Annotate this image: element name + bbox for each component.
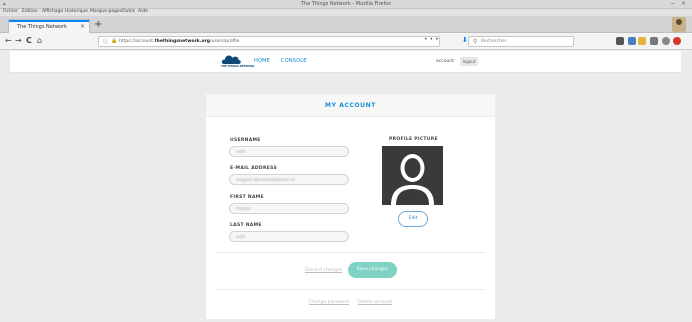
active-tab-indicator [9, 20, 89, 22]
email-label: E-MAIL ADDRESS [230, 166, 277, 171]
discard-changes-link[interactable]: Discard changes [305, 268, 342, 273]
menu-item-affichage[interactable]: Affichage [42, 9, 63, 14]
menu-bar: Fichier Édition Affichage Historique Mar… [0, 9, 692, 16]
window-controls[interactable]: − × [670, 0, 688, 7]
info-icon[interactable]: ⓘ [103, 38, 108, 45]
menu-item-edition[interactable]: Édition [22, 9, 38, 14]
logo-text: THE THINGS NETWORK [221, 65, 255, 68]
first-name-value: Fleister [236, 206, 251, 211]
divider [216, 289, 485, 290]
forward-icon[interactable]: → [15, 36, 22, 46]
logout-button[interactable]: logout [460, 57, 478, 66]
search-bar[interactable]: ⚲ Rechercher [468, 36, 574, 47]
tab-label: The Things Network [17, 24, 67, 30]
new-tab-icon[interactable]: + [94, 20, 102, 30]
profile-picture-label: PROFILE PICTURE [389, 137, 438, 142]
url-bar[interactable]: ⓘ 🔒 https://account.thethingsnetwork.org… [98, 36, 440, 47]
tab-the-things-network[interactable]: The Things Network × [8, 19, 90, 33]
extension-icon-5[interactable] [662, 37, 670, 45]
profile-avatar-icon[interactable] [672, 17, 686, 32]
site-header: THE THINGS NETWORK [10, 51, 681, 73]
profile-picture [382, 146, 443, 205]
extension-icon-4[interactable] [650, 37, 658, 45]
page-actions-icon[interactable]: ••• [424, 36, 441, 43]
username-field[interactable]: antti [229, 146, 349, 157]
cloud-logo-icon [221, 55, 241, 64]
account-card-header: MY ACCOUNT [206, 94, 495, 117]
home-icon[interactable]: ⌂ [37, 36, 42, 46]
account-link[interactable]: account [436, 59, 454, 64]
save-changes-button[interactable]: Save changes [348, 262, 397, 278]
username-label: USERNAME [230, 138, 261, 143]
url-text: https://account.thethingsnetwork.org/use… [119, 39, 240, 44]
tab-close-icon[interactable]: × [80, 23, 85, 30]
download-icon[interactable]: ⬇ [462, 36, 468, 44]
extension-icon-1[interactable] [616, 37, 624, 45]
menu-item-fichier[interactable]: Fichier [3, 9, 18, 14]
window-title: The Things Network - Mozilla Firefox [300, 1, 392, 7]
search-placeholder: Rechercher [481, 39, 507, 44]
email-field[interactable]: magalie.abrassanleplaceis.ch [229, 174, 349, 185]
username-value: antti [236, 149, 246, 154]
search-icon: ⚲ [473, 38, 478, 45]
divider [216, 252, 485, 253]
last-name-field[interactable]: antti [229, 231, 349, 242]
lock-icon[interactable]: 🔒 [111, 38, 117, 44]
ttn-logo[interactable]: THE THINGS NETWORK [221, 54, 255, 70]
extension-icons [616, 36, 686, 47]
window-titlebar: ▴ The Things Network - Mozilla Firefox −… [0, 0, 692, 9]
edit-picture-button[interactable]: Edit [398, 211, 428, 227]
navigation-bar: ← → C ⌂ ⓘ 🔒 https://account.thethingsnet… [0, 33, 692, 50]
default-avatar-icon [382, 146, 443, 205]
extension-icon-6[interactable] [673, 37, 681, 45]
extension-icon-3[interactable] [638, 37, 646, 45]
menu-item-historique[interactable]: Historique [65, 9, 88, 14]
nav-home-link[interactable]: HOME [254, 58, 270, 64]
menu-item-outils[interactable]: Outils [122, 9, 135, 14]
email-value: magalie.abrassanleplaceis.ch [236, 177, 296, 182]
nav-console-link[interactable]: CONSOLE [281, 58, 307, 64]
last-name-label: LAST NAME [230, 223, 262, 228]
extension-icon-2[interactable] [628, 37, 636, 45]
page-title: MY ACCOUNT [325, 102, 376, 109]
back-icon[interactable]: ← [5, 36, 12, 46]
reload-icon[interactable]: C [26, 36, 32, 46]
menu-item-aide[interactable]: Aide [138, 9, 148, 14]
change-password-link[interactable]: Change password [309, 300, 349, 305]
tab-strip: The Things Network × + [0, 16, 692, 33]
menu-item-marque-pages[interactable]: Marque-pages [90, 9, 122, 14]
last-name-value: antti [236, 234, 246, 239]
first-name-field[interactable]: Fleister [229, 203, 349, 214]
delete-account-link[interactable]: Delete account [358, 300, 392, 305]
first-name-label: FIRST NAME [230, 195, 264, 200]
